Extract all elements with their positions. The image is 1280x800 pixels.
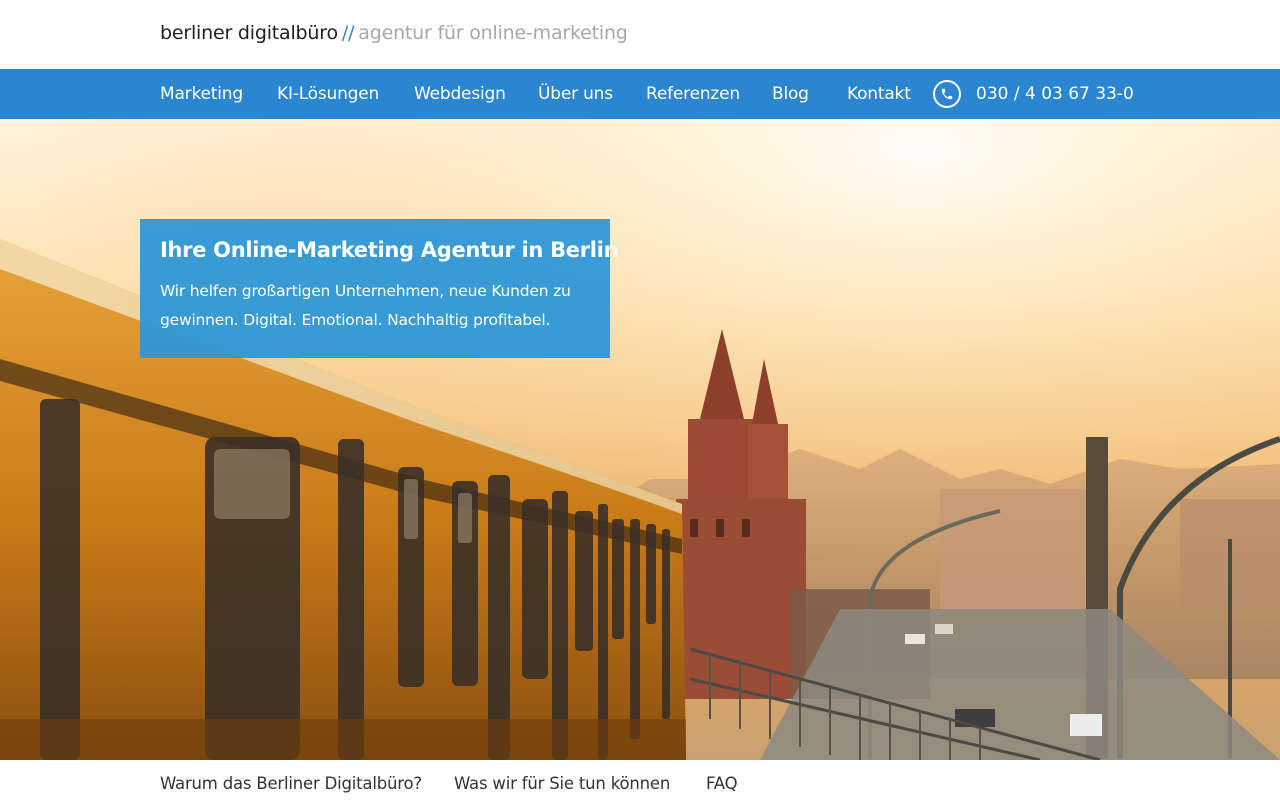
logo-tagline: agentur für online-marketing (358, 22, 628, 44)
nav-item-ueber-uns[interactable]: Über uns (538, 69, 613, 119)
subnav-item-warum[interactable]: Warum das Berliner Digitalbüro? (160, 760, 422, 800)
site-logo[interactable]: berliner digitalbüro//agentur für online… (160, 20, 628, 46)
hero-subtitle: Wir helfen großartigen Unternehmen, neue… (160, 282, 571, 329)
nav-item-kontakt[interactable]: Kontakt (847, 69, 911, 119)
subnav-item-leistungen[interactable]: Was wir für Sie tun können (454, 760, 670, 800)
hero-background-image (0, 119, 1280, 760)
phone-icon[interactable] (933, 80, 961, 108)
phone-glyph (941, 88, 953, 100)
subnav-item-faq[interactable]: FAQ (706, 760, 738, 800)
logo-brand: berliner digitalbüro (160, 22, 338, 44)
section-navigation: Warum das Berliner Digitalbüro? Was wir … (0, 760, 1280, 800)
nav-item-referenzen[interactable]: Referenzen (646, 69, 740, 119)
hero-intro-box: Ihre Online-Marketing Agentur in Berlin … (140, 219, 619, 358)
nav-item-ki-loesungen[interactable]: KI-Lösungen (277, 69, 379, 119)
nav-item-marketing[interactable]: Marketing (160, 69, 243, 119)
hero-section: Ihre Online-Marketing Agentur in Berlin … (0, 119, 1280, 760)
main-navigation: Marketing KI-Lösungen Webdesign Über uns… (0, 69, 1280, 119)
logo-separator: // (341, 22, 355, 44)
site-header: berliner digitalbüro//agentur für online… (0, 0, 1280, 69)
nav-item-blog[interactable]: Blog (772, 69, 809, 119)
phone-number-link[interactable]: 030 / 4 03 67 33-0 (976, 69, 1134, 119)
nav-item-webdesign[interactable]: Webdesign (414, 69, 506, 119)
hero-title: Ihre Online-Marketing Agentur in Berlin (160, 238, 619, 262)
